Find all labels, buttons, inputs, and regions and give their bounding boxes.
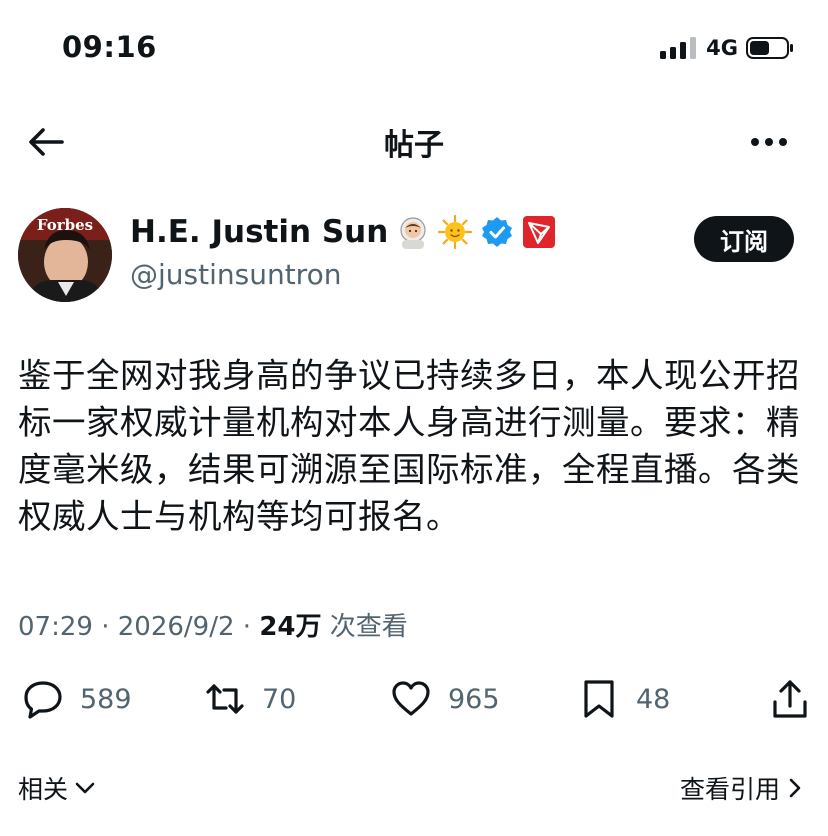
chevron-down-icon bbox=[75, 782, 95, 794]
post-meta: 07:29 · 2026/9/2 · 24万 次查看 bbox=[18, 606, 408, 643]
tron-logo-icon bbox=[523, 216, 556, 248]
related-label: 相关 bbox=[18, 775, 69, 804]
more-dot-icon bbox=[779, 138, 787, 146]
reply-button[interactable]: 589 bbox=[22, 678, 132, 720]
subscribe-button[interactable]: 订阅 bbox=[694, 216, 794, 262]
bookmark-button[interactable]: 48 bbox=[578, 678, 670, 720]
battery-icon bbox=[746, 37, 793, 59]
bookmark-icon bbox=[584, 680, 614, 718]
action-bar: 589 70 965 48 bbox=[18, 678, 810, 728]
like-button[interactable]: 965 bbox=[390, 678, 500, 720]
view-quotes-label: 查看引用 bbox=[679, 775, 780, 804]
verified-badge-icon bbox=[482, 217, 513, 247]
post-time: 07:29 bbox=[18, 612, 93, 642]
repost-icon bbox=[206, 684, 244, 714]
share-button[interactable] bbox=[770, 678, 810, 720]
post-author: Forbes H.E. Justin Sun @justinsuntron 订阅 bbox=[18, 206, 812, 306]
author-handle[interactable]: @justinsuntron bbox=[130, 258, 341, 291]
post-date: 2026/9/2 bbox=[117, 612, 235, 642]
more-dot-icon bbox=[765, 138, 773, 146]
like-count: 965 bbox=[448, 683, 500, 715]
more-options-button[interactable] bbox=[744, 118, 794, 166]
sun-emoji-icon bbox=[438, 215, 473, 249]
astronaut-emoji-icon bbox=[400, 217, 426, 249]
avatar[interactable]: Forbes bbox=[18, 208, 112, 302]
name-row: H.E. Justin Sun bbox=[130, 214, 556, 250]
status-indicators: 4G bbox=[660, 36, 794, 60]
page-title: 帖子 bbox=[384, 128, 444, 163]
meta-separator: · bbox=[101, 612, 118, 642]
author-name[interactable]: H.E. Justin Sun bbox=[130, 214, 388, 250]
view-count[interactable]: 24万 bbox=[259, 612, 321, 642]
repost-count: 70 bbox=[262, 683, 297, 715]
bookmark-count: 48 bbox=[636, 683, 671, 715]
avatar-image: Forbes bbox=[18, 208, 112, 302]
chevron-right-icon bbox=[789, 778, 801, 798]
nav-bar: 帖子 bbox=[0, 112, 828, 170]
view-label: 次查看 bbox=[329, 612, 408, 642]
related-dropdown[interactable]: 相关 bbox=[18, 770, 96, 806]
post-text: 鉴于全网对我身高的争议已持续多日，本人现公开招标一家权威计量机构对本人身高进行测… bbox=[18, 356, 800, 536]
reply-icon bbox=[24, 681, 62, 719]
status-bar: 09:16 4G bbox=[0, 0, 828, 100]
share-icon bbox=[773, 680, 807, 718]
repost-button[interactable]: 70 bbox=[204, 678, 296, 720]
view-quotes-link[interactable]: 查看引用 bbox=[680, 770, 802, 806]
network-label: 4G bbox=[706, 36, 738, 60]
svg-text:Forbes: Forbes bbox=[37, 216, 93, 234]
reply-count: 589 bbox=[80, 683, 132, 715]
more-dot-icon bbox=[751, 138, 759, 146]
signal-icon bbox=[660, 37, 697, 59]
meta-separator: · bbox=[242, 612, 260, 642]
status-time: 09:16 bbox=[62, 30, 157, 64]
heart-icon bbox=[392, 681, 430, 716]
